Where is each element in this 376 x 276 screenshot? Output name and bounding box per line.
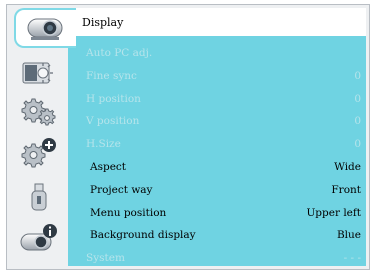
menu-item-fine-sync: Fine sync 0 (68, 65, 366, 88)
sidebar-item-image-adjust[interactable] (12, 56, 66, 90)
menu-item-value: 0 (354, 92, 361, 105)
menu-item-background-display[interactable]: Background display Blue (68, 224, 366, 247)
menu-item-aspect[interactable]: Aspect Wide (68, 156, 366, 179)
category-sidebar (10, 8, 76, 266)
page-title: Display (82, 16, 124, 29)
menu-list: Auto PC adj. Fine sync 0 H position 0 V … (68, 42, 366, 270)
gear-plus-icon (21, 138, 56, 168)
menu-item-label: H.Size (86, 138, 121, 151)
menu-item-project-way[interactable]: Project way Front (68, 179, 366, 202)
menu-item-value: Upper left (306, 206, 361, 219)
menu-item-label: System (86, 252, 125, 265)
menu-item-v-position: V position 0 (68, 110, 366, 133)
sidebar-item-setting[interactable] (12, 94, 66, 128)
menu-item-system: System - - - (68, 247, 366, 270)
menu-item-value: Wide (334, 160, 361, 173)
menu-item-value: 0 (354, 115, 361, 128)
title-divider (80, 34, 360, 36)
sidebar-item-information[interactable] (12, 222, 66, 256)
sidebar-item-display[interactable] (14, 8, 76, 48)
menu-item-value: Front (331, 183, 361, 196)
menu-item-label: H position (86, 92, 141, 105)
menu-item-h-size: H.Size 0 (68, 133, 366, 156)
menu-item-menu-position[interactable]: Menu position Upper left (68, 202, 366, 225)
menu-item-label: Aspect (90, 160, 127, 173)
projector-info-icon (20, 224, 57, 251)
menu-item-label: Fine sync (86, 69, 137, 82)
menu-item-value: Blue (336, 229, 361, 242)
menu-item-label: Background display (90, 229, 196, 242)
menu-item-value: 0 (354, 138, 361, 151)
menu-content: Display Auto PC adj. Fine sync 0 H posit… (68, 8, 366, 266)
menu-item-value: - - - (343, 252, 361, 265)
usb-drive-icon (31, 183, 47, 211)
gear-icon (21, 98, 56, 126)
menu-item-auto-pc-adj: Auto PC adj. (68, 42, 366, 65)
menu-item-h-position: H position 0 (68, 88, 366, 111)
menu-item-label: Auto PC adj. (86, 47, 153, 59)
sidebar-item-memory-viewer[interactable] (12, 180, 66, 214)
menu-item-label: Menu position (90, 206, 167, 219)
menu-item-label: Project way (90, 183, 153, 196)
menu-item-label: V position (86, 115, 140, 128)
menu-title-bar: Display (68, 8, 366, 36)
sidebar-item-expanded[interactable] (12, 136, 66, 170)
projector-osd: Display Auto PC adj. Fine sync 0 H posit… (0, 0, 376, 276)
menu-item-value: 0 (354, 69, 361, 82)
projector-icon (27, 18, 63, 40)
brightness-adjust-icon (22, 62, 53, 84)
